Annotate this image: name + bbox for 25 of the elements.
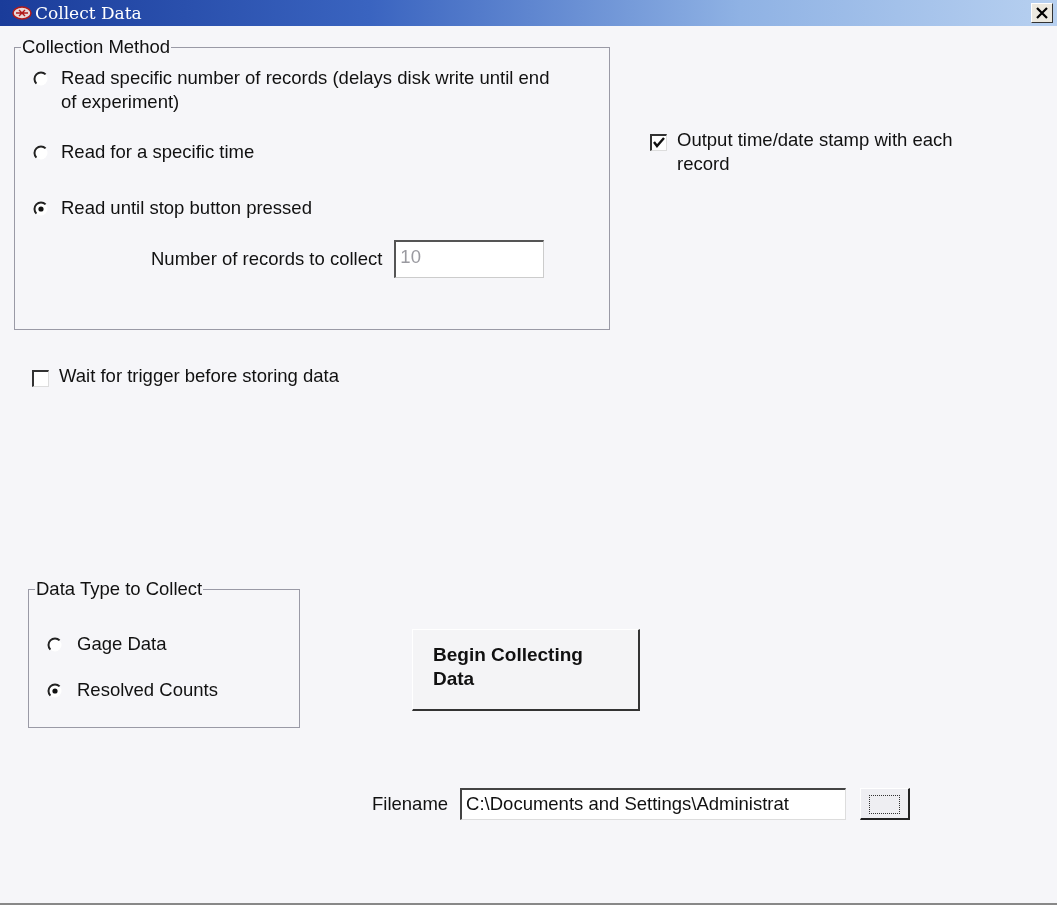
checkbox-label: Wait for trigger before storing data	[59, 364, 340, 388]
checked-checkbox[interactable]	[650, 134, 667, 151]
field-label: Number of records to collect	[151, 248, 383, 270]
window-title: Collect Data	[35, 3, 142, 23]
field-label: Filename	[372, 793, 449, 815]
radio-label: Gage Data	[77, 632, 167, 656]
input-field[interactable]: C:\Documents and Settings\Administrat	[460, 788, 847, 820]
close-icon	[1036, 7, 1048, 19]
radio-selected-icon[interactable]	[33, 201, 49, 217]
group-title: Data Type to Collect	[35, 578, 204, 600]
radio-label: Read specific number of records (delays disk write until end of experiment)	[61, 66, 551, 114]
close-button[interactable]	[1031, 3, 1053, 23]
group-title: Collection Method	[21, 36, 172, 58]
checkbox-label: Output time/date stamp with each record	[677, 128, 954, 176]
radio-label: Resolved Counts	[77, 678, 218, 702]
radio-label: Read for a specific time	[61, 140, 255, 164]
app-icon	[12, 5, 32, 21]
radio-label: Read until stop button pressed	[61, 196, 312, 220]
browse-button[interactable]	[860, 788, 911, 820]
radio-icon[interactable]	[33, 145, 49, 161]
radio-selected-icon[interactable]	[47, 683, 63, 699]
checkbox[interactable]	[32, 370, 49, 387]
radio-icon[interactable]	[33, 71, 49, 87]
begin-collecting-button[interactable]: Begin Collecting Data	[412, 629, 640, 711]
radio-icon[interactable]	[47, 637, 63, 653]
